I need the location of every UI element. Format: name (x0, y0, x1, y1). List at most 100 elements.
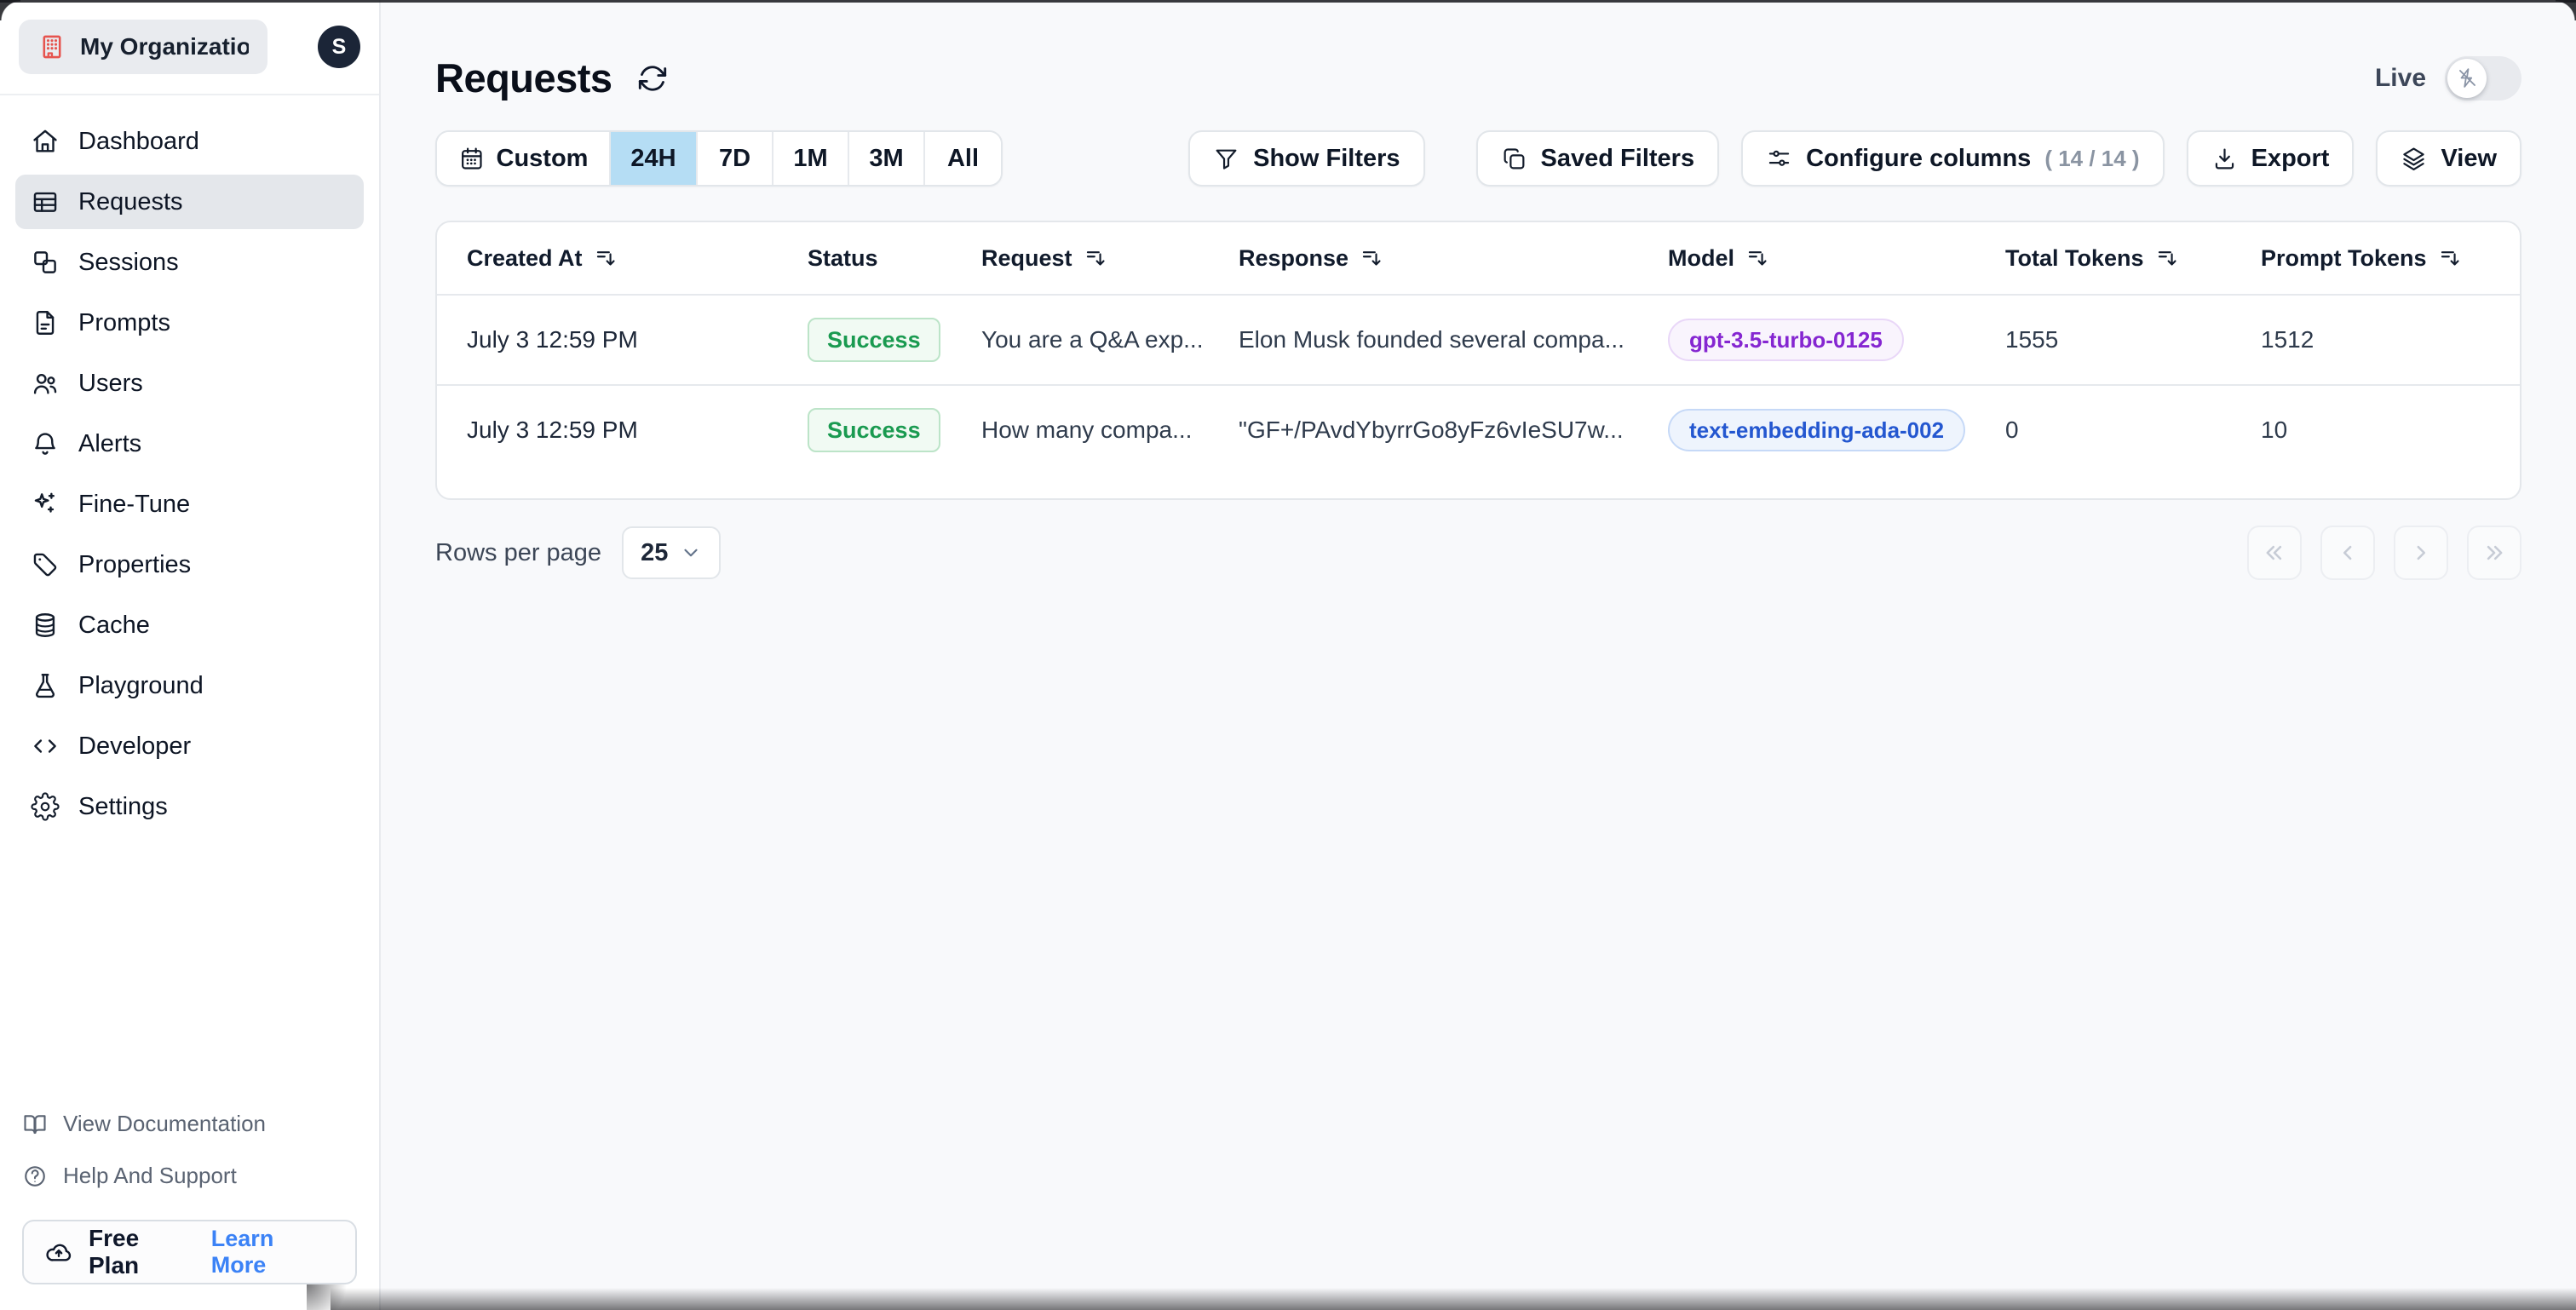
refresh-button[interactable] (636, 62, 669, 95)
sort-icon (1748, 250, 1767, 266)
toggle-knob (2447, 58, 2487, 98)
show-filters-button[interactable]: Show Filters (1188, 130, 1425, 187)
time-range-24h[interactable]: 24H (611, 132, 698, 185)
column-header-response[interactable]: Response (1239, 245, 1668, 272)
sidebar-item-prompts[interactable]: Prompts (15, 296, 364, 350)
time-range-1m[interactable]: 1M (773, 132, 849, 185)
sidebar-item-requests[interactable]: Requests (15, 175, 364, 229)
sidebar-item-label: Cache (78, 611, 150, 639)
layers-icon (2403, 147, 2425, 170)
sliders-icon (1768, 150, 1790, 166)
help-and-support-link[interactable]: Help And Support (22, 1163, 357, 1189)
time-range-3m[interactable]: 3M (849, 132, 925, 185)
cell-total-tokens: 1555 (2005, 326, 2059, 353)
next-page-button[interactable] (2394, 526, 2448, 580)
live-toggle[interactable] (2445, 55, 2521, 101)
time-range-label: 7D (718, 144, 751, 172)
cell-status: Success (808, 318, 981, 362)
cell-response: Elon Musk founded several compa... (1239, 326, 1624, 353)
configure-columns-button[interactable]: Configure columns ( 14 / 14 ) (1741, 130, 2165, 187)
column-header-request[interactable]: Request (981, 245, 1239, 272)
table-row[interactable]: July 3 12:59 PM Success How many compa..… (437, 384, 2520, 474)
sidebar-item-dashboard[interactable]: Dashboard (15, 114, 364, 169)
sidebar-item-fine-tune[interactable]: Fine-Tune (15, 477, 364, 531)
cloud-upload-icon (46, 1244, 72, 1261)
sidebar-item-cache[interactable]: Cache (15, 598, 364, 652)
sidebar-item-users[interactable]: Users (15, 356, 364, 411)
sidebar-item-label: Settings (78, 792, 168, 820)
column-header-model[interactable]: Model (1668, 245, 2005, 272)
sidebar-item-sessions[interactable]: Sessions (15, 235, 364, 290)
sidebar-item-properties[interactable]: Properties (15, 537, 364, 592)
bell-icon (35, 433, 55, 455)
time-range-7d[interactable]: 7D (698, 132, 773, 185)
chevron-down-icon (684, 549, 698, 557)
column-header-prompt-tokens[interactable]: Prompt Tokens (2261, 245, 2490, 272)
model-badge: gpt-3.5-turbo-0125 (1668, 319, 1904, 361)
toolbar-actions: Show Filters Saved Filters Configure col… (1188, 130, 2521, 187)
sidebar-item-label: Prompts (78, 308, 170, 336)
sidebar-item-alerts[interactable]: Alerts (15, 417, 364, 471)
home-icon (33, 129, 57, 152)
time-range-label: All (946, 144, 980, 172)
cell-prompt-tokens: 10 (2261, 417, 2288, 443)
live-toggle-group: Live (2374, 55, 2521, 101)
refresh-icon (638, 65, 666, 91)
cell-total-tokens: 0 (2005, 417, 2019, 443)
avatar[interactable]: S (318, 26, 360, 68)
view-documentation-link[interactable]: View Documentation (22, 1111, 357, 1137)
sidebar-nav: Dashboard Requests Sessions Prompts User… (0, 95, 379, 840)
sidebar-item-label: Requests (78, 187, 183, 215)
previous-page-button[interactable] (2320, 526, 2375, 580)
sparkles-icon (34, 492, 55, 513)
sidebar: My Organizatio... S Dashboard Requests (0, 0, 381, 1310)
time-range-custom[interactable]: Custom (437, 132, 611, 185)
table-row[interactable]: July 3 12:59 PM Success You are a Q&A ex… (437, 294, 2520, 384)
saved-filters-label: Saved Filters (1540, 144, 1695, 172)
export-button[interactable]: Export (2186, 130, 2355, 187)
rows-per-page-label: Rows per page (435, 538, 602, 566)
sort-icon (2441, 250, 2459, 266)
time-range-all[interactable]: All (925, 132, 1001, 185)
cell-request: How many compa... (981, 417, 1193, 443)
cell-status: Success (808, 408, 981, 452)
sidebar-item-developer[interactable]: Developer (15, 719, 364, 773)
column-header-total-tokens[interactable]: Total Tokens (2005, 245, 2261, 272)
configure-columns-count: ( 14 / 14 ) (2044, 145, 2140, 171)
free-plan-banner[interactable]: Free Plan Learn More (22, 1220, 357, 1284)
live-label: Live (2374, 63, 2426, 92)
window-corner-top-right (2556, 0, 2576, 20)
cell-created-at: July 3 12:59 PM (467, 326, 638, 353)
window-top-edge (0, 0, 2576, 3)
org-switcher-button[interactable]: My Organizatio... (19, 20, 267, 74)
requests-table: Created At Status Request Response Model… (435, 221, 2521, 500)
sidebar-item-label: Users (78, 369, 143, 397)
sessions-icon (34, 251, 56, 273)
flash-off-icon (2458, 68, 2475, 88)
sidebar-item-label: Fine-Tune (78, 490, 191, 518)
cell-response: "GF+/PAvdYbyrrGo8yFz6vIeSU7w... (1239, 417, 1624, 443)
sidebar-footer: View Documentation Help And Support Free… (0, 1111, 379, 1310)
sidebar-item-playground[interactable]: Playground (15, 658, 364, 713)
status-badge: Success (808, 318, 940, 362)
saved-filters-button[interactable]: Saved Filters (1475, 130, 1720, 187)
last-page-button[interactable] (2467, 526, 2521, 580)
cell-request: You are a Q&A exp... (981, 326, 1204, 353)
cell-created-at: July 3 12:59 PM (467, 417, 638, 443)
sidebar-item-settings[interactable]: Settings (15, 779, 364, 834)
first-page-button[interactable] (2247, 526, 2302, 580)
column-header-status[interactable]: Status (808, 245, 981, 272)
learn-more-link[interactable]: Learn More (211, 1226, 335, 1278)
sort-icon (1086, 250, 1105, 266)
toolbar: Custom 24H 7D 1M 3M All Show Filters Sav… (435, 130, 2521, 187)
view-label: View (2441, 144, 2497, 172)
column-header-created-at[interactable]: Created At (467, 245, 808, 272)
cell-model: text-embedding-ada-002 (1668, 409, 2005, 451)
app-window: My Organizatio... S Dashboard Requests (0, 0, 2576, 1310)
view-button[interactable]: View (2376, 130, 2521, 187)
org-name: My Organizatio... (80, 33, 249, 60)
code-icon (34, 739, 56, 753)
rows-per-page-select[interactable]: 25 (622, 526, 722, 579)
plan-label: Free Plan (89, 1225, 140, 1278)
sidebar-item-label: Playground (78, 671, 204, 699)
